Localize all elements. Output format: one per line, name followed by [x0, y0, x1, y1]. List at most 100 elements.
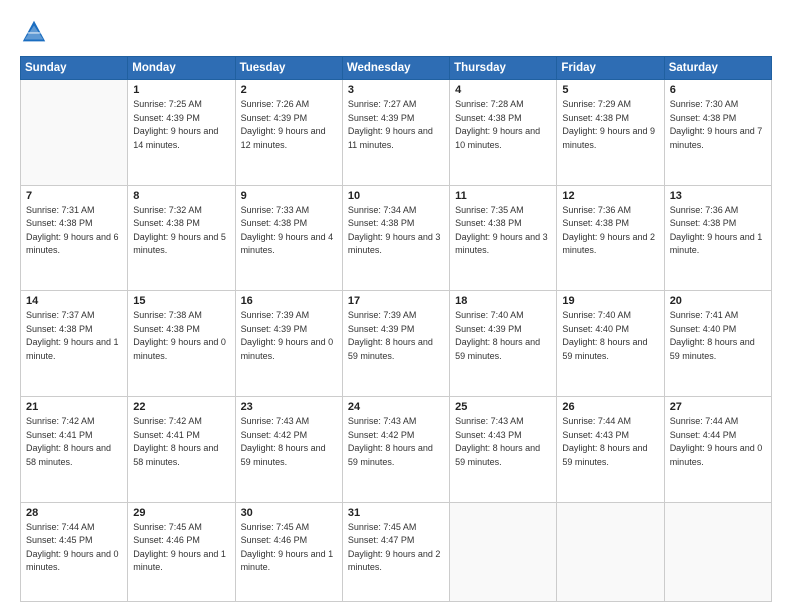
calendar-cell	[450, 502, 557, 601]
calendar-table: SundayMondayTuesdayWednesdayThursdayFrid…	[20, 56, 772, 602]
calendar-cell: 29 Sunrise: 7:45 AM Sunset: 4:46 PM Dayl…	[128, 502, 235, 601]
day-number: 21	[26, 401, 122, 413]
weekday-header: Saturday	[664, 57, 771, 80]
calendar-cell: 3 Sunrise: 7:27 AM Sunset: 4:39 PM Dayli…	[342, 80, 449, 186]
day-info: Sunrise: 7:26 AM Sunset: 4:39 PM Dayligh…	[241, 98, 337, 152]
sunrise-time: Sunrise: 7:44 AM	[670, 416, 739, 426]
calendar-cell: 9 Sunrise: 7:33 AM Sunset: 4:38 PM Dayli…	[235, 185, 342, 291]
calendar-cell: 2 Sunrise: 7:26 AM Sunset: 4:39 PM Dayli…	[235, 80, 342, 186]
calendar-cell: 17 Sunrise: 7:39 AM Sunset: 4:39 PM Dayl…	[342, 291, 449, 397]
day-number: 25	[455, 401, 551, 413]
sunrise-time: Sunrise: 7:40 AM	[455, 310, 524, 320]
calendar-cell: 5 Sunrise: 7:29 AM Sunset: 4:38 PM Dayli…	[557, 80, 664, 186]
sunset-time: Sunset: 4:47 PM	[348, 535, 415, 545]
day-number: 6	[670, 84, 766, 96]
sunrise-time: Sunrise: 7:43 AM	[455, 416, 524, 426]
day-info: Sunrise: 7:35 AM Sunset: 4:38 PM Dayligh…	[455, 204, 551, 258]
daylight-hours: Daylight: 9 hours and 7 minutes.	[670, 126, 763, 150]
sunset-time: Sunset: 4:41 PM	[133, 430, 200, 440]
calendar-week-row: 7 Sunrise: 7:31 AM Sunset: 4:38 PM Dayli…	[21, 185, 772, 291]
calendar-cell: 19 Sunrise: 7:40 AM Sunset: 4:40 PM Dayl…	[557, 291, 664, 397]
sunset-time: Sunset: 4:39 PM	[241, 113, 308, 123]
day-number: 22	[133, 401, 229, 413]
daylight-hours: Daylight: 9 hours and 12 minutes.	[241, 126, 326, 150]
sunset-time: Sunset: 4:38 PM	[670, 113, 737, 123]
daylight-hours: Daylight: 9 hours and 6 minutes.	[26, 232, 119, 256]
day-info: Sunrise: 7:42 AM Sunset: 4:41 PM Dayligh…	[26, 415, 122, 469]
calendar-cell	[664, 502, 771, 601]
daylight-hours: Daylight: 9 hours and 1 minute.	[26, 337, 119, 361]
sunrise-time: Sunrise: 7:45 AM	[348, 522, 417, 532]
sunrise-time: Sunrise: 7:32 AM	[133, 205, 202, 215]
sunrise-time: Sunrise: 7:43 AM	[241, 416, 310, 426]
sunset-time: Sunset: 4:38 PM	[348, 218, 415, 228]
sunset-time: Sunset: 4:45 PM	[26, 535, 93, 545]
day-info: Sunrise: 7:36 AM Sunset: 4:38 PM Dayligh…	[670, 204, 766, 258]
calendar-cell: 6 Sunrise: 7:30 AM Sunset: 4:38 PM Dayli…	[664, 80, 771, 186]
day-info: Sunrise: 7:25 AM Sunset: 4:39 PM Dayligh…	[133, 98, 229, 152]
day-number: 30	[241, 507, 337, 519]
day-info: Sunrise: 7:28 AM Sunset: 4:38 PM Dayligh…	[455, 98, 551, 152]
day-info: Sunrise: 7:33 AM Sunset: 4:38 PM Dayligh…	[241, 204, 337, 258]
day-info: Sunrise: 7:40 AM Sunset: 4:39 PM Dayligh…	[455, 309, 551, 363]
daylight-hours: Daylight: 9 hours and 10 minutes.	[455, 126, 540, 150]
daylight-hours: Daylight: 8 hours and 58 minutes.	[133, 443, 218, 467]
daylight-hours: Daylight: 9 hours and 1 minute.	[133, 549, 226, 573]
day-info: Sunrise: 7:43 AM Sunset: 4:43 PM Dayligh…	[455, 415, 551, 469]
day-info: Sunrise: 7:45 AM Sunset: 4:47 PM Dayligh…	[348, 521, 444, 575]
day-info: Sunrise: 7:45 AM Sunset: 4:46 PM Dayligh…	[133, 521, 229, 575]
day-info: Sunrise: 7:32 AM Sunset: 4:38 PM Dayligh…	[133, 204, 229, 258]
calendar-cell: 30 Sunrise: 7:45 AM Sunset: 4:46 PM Dayl…	[235, 502, 342, 601]
sunset-time: Sunset: 4:39 PM	[241, 324, 308, 334]
calendar-cell: 1 Sunrise: 7:25 AM Sunset: 4:39 PM Dayli…	[128, 80, 235, 186]
day-info: Sunrise: 7:29 AM Sunset: 4:38 PM Dayligh…	[562, 98, 658, 152]
day-info: Sunrise: 7:38 AM Sunset: 4:38 PM Dayligh…	[133, 309, 229, 363]
calendar-cell: 11 Sunrise: 7:35 AM Sunset: 4:38 PM Dayl…	[450, 185, 557, 291]
daylight-hours: Daylight: 8 hours and 59 minutes.	[670, 337, 755, 361]
day-info: Sunrise: 7:40 AM Sunset: 4:40 PM Dayligh…	[562, 309, 658, 363]
sunrise-time: Sunrise: 7:34 AM	[348, 205, 417, 215]
sunset-time: Sunset: 4:43 PM	[455, 430, 522, 440]
day-number: 7	[26, 190, 122, 202]
sunset-time: Sunset: 4:40 PM	[562, 324, 629, 334]
calendar-cell: 15 Sunrise: 7:38 AM Sunset: 4:38 PM Dayl…	[128, 291, 235, 397]
sunrise-time: Sunrise: 7:44 AM	[26, 522, 95, 532]
calendar-cell: 13 Sunrise: 7:36 AM Sunset: 4:38 PM Dayl…	[664, 185, 771, 291]
calendar-cell: 14 Sunrise: 7:37 AM Sunset: 4:38 PM Dayl…	[21, 291, 128, 397]
day-number: 28	[26, 507, 122, 519]
day-number: 10	[348, 190, 444, 202]
day-number: 29	[133, 507, 229, 519]
sunrise-time: Sunrise: 7:42 AM	[26, 416, 95, 426]
day-info: Sunrise: 7:30 AM Sunset: 4:38 PM Dayligh…	[670, 98, 766, 152]
sunset-time: Sunset: 4:38 PM	[133, 324, 200, 334]
sunset-time: Sunset: 4:39 PM	[348, 113, 415, 123]
daylight-hours: Daylight: 8 hours and 59 minutes.	[562, 443, 647, 467]
sunrise-time: Sunrise: 7:45 AM	[133, 522, 202, 532]
sunrise-time: Sunrise: 7:30 AM	[670, 99, 739, 109]
day-number: 31	[348, 507, 444, 519]
daylight-hours: Daylight: 8 hours and 59 minutes.	[562, 337, 647, 361]
day-number: 9	[241, 190, 337, 202]
day-info: Sunrise: 7:36 AM Sunset: 4:38 PM Dayligh…	[562, 204, 658, 258]
sunrise-time: Sunrise: 7:38 AM	[133, 310, 202, 320]
sunrise-time: Sunrise: 7:27 AM	[348, 99, 417, 109]
day-number: 2	[241, 84, 337, 96]
sunrise-time: Sunrise: 7:28 AM	[455, 99, 524, 109]
day-number: 19	[562, 295, 658, 307]
calendar-cell: 4 Sunrise: 7:28 AM Sunset: 4:38 PM Dayli…	[450, 80, 557, 186]
sunset-time: Sunset: 4:38 PM	[26, 324, 93, 334]
calendar-cell: 12 Sunrise: 7:36 AM Sunset: 4:38 PM Dayl…	[557, 185, 664, 291]
sunrise-time: Sunrise: 7:44 AM	[562, 416, 631, 426]
sunrise-time: Sunrise: 7:40 AM	[562, 310, 631, 320]
sunset-time: Sunset: 4:40 PM	[670, 324, 737, 334]
daylight-hours: Daylight: 9 hours and 1 minute.	[241, 549, 334, 573]
calendar-cell: 21 Sunrise: 7:42 AM Sunset: 4:41 PM Dayl…	[21, 397, 128, 503]
sunrise-time: Sunrise: 7:29 AM	[562, 99, 631, 109]
day-info: Sunrise: 7:34 AM Sunset: 4:38 PM Dayligh…	[348, 204, 444, 258]
daylight-hours: Daylight: 9 hours and 9 minutes.	[562, 126, 655, 150]
day-number: 17	[348, 295, 444, 307]
sunset-time: Sunset: 4:43 PM	[562, 430, 629, 440]
day-number: 1	[133, 84, 229, 96]
daylight-hours: Daylight: 9 hours and 0 minutes.	[133, 337, 226, 361]
calendar-cell: 18 Sunrise: 7:40 AM Sunset: 4:39 PM Dayl…	[450, 291, 557, 397]
